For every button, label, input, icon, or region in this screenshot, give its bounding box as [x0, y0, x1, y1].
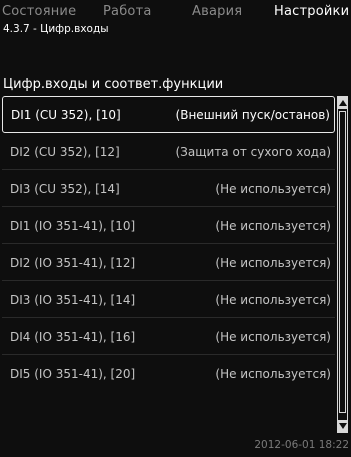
input-name: DI2 (IO 351-41), [12] [10, 255, 136, 270]
input-function: (Не используется) [215, 292, 331, 307]
scroll-up-button[interactable] [338, 97, 347, 109]
list-item-di3-io351[interactable]: DI3 (IO 351-41), [14] (Не используется) [2, 281, 335, 318]
list-item-di2-io351[interactable]: DI2 (IO 351-41), [12] (Не используется) [2, 244, 335, 281]
list-item-di3-cu352[interactable]: DI3 (CU 352), [14] (Не используется) [2, 170, 335, 207]
input-function: (Внешний пуск/останов) [175, 107, 330, 122]
scroll-thumb[interactable] [339, 111, 346, 413]
list-item-di1-io351[interactable]: DI1 (IO 351-41), [10] (Не используется) [2, 207, 335, 244]
tab-alarm[interactable]: Авария [192, 4, 242, 19]
tab-operation[interactable]: Работа [103, 4, 152, 19]
input-name: DI2 (CU 352), [12] [10, 144, 120, 159]
input-function: (Не используется) [215, 218, 331, 233]
list-item-di5-io351[interactable]: DI5 (IO 351-41), [20] (Не используется) [2, 355, 335, 392]
digital-inputs-list: DI1 (CU 352), [10] (Внешний пуск/останов… [2, 96, 335, 429]
input-function: (Не используется) [215, 181, 331, 196]
input-function: (Защита от сухого хода) [175, 144, 331, 159]
input-name: DI1 (IO 351-41), [10] [10, 218, 136, 233]
tab-settings[interactable]: Настройки [274, 4, 349, 19]
input-name: DI1 (CU 352), [10] [11, 107, 121, 122]
section-title: Цифр.входы и соответ.функции [3, 77, 224, 92]
list-item-di1-cu352[interactable]: DI1 (CU 352), [10] (Внешний пуск/останов… [2, 96, 335, 133]
input-function: (Не используется) [215, 366, 331, 381]
breadcrumb: 4.3.7 - Цифр.входы [3, 23, 109, 35]
input-function: (Не используется) [215, 329, 331, 344]
input-function: (Не используется) [215, 255, 331, 270]
datetime-display: 2012-06-01 18:22 [254, 439, 349, 451]
list-item-di2-cu352[interactable]: DI2 (CU 352), [12] (Защита от сухого ход… [2, 133, 335, 170]
input-name: DI3 (IO 351-41), [14] [10, 292, 136, 307]
scroll-down-arrow-icon [338, 423, 347, 429]
tab-status[interactable]: Состояние [2, 4, 76, 19]
input-name: DI3 (CU 352), [14] [10, 181, 120, 196]
scroll-up-arrow-icon [338, 100, 347, 106]
input-name: DI4 (IO 351-41), [16] [10, 329, 136, 344]
input-name: DI5 (IO 351-41), [20] [10, 366, 136, 381]
list-item-di4-io351[interactable]: DI4 (IO 351-41), [16] (Не используется) [2, 318, 335, 355]
scroll-down-button[interactable] [338, 420, 347, 432]
scrollbar[interactable] [337, 96, 348, 433]
